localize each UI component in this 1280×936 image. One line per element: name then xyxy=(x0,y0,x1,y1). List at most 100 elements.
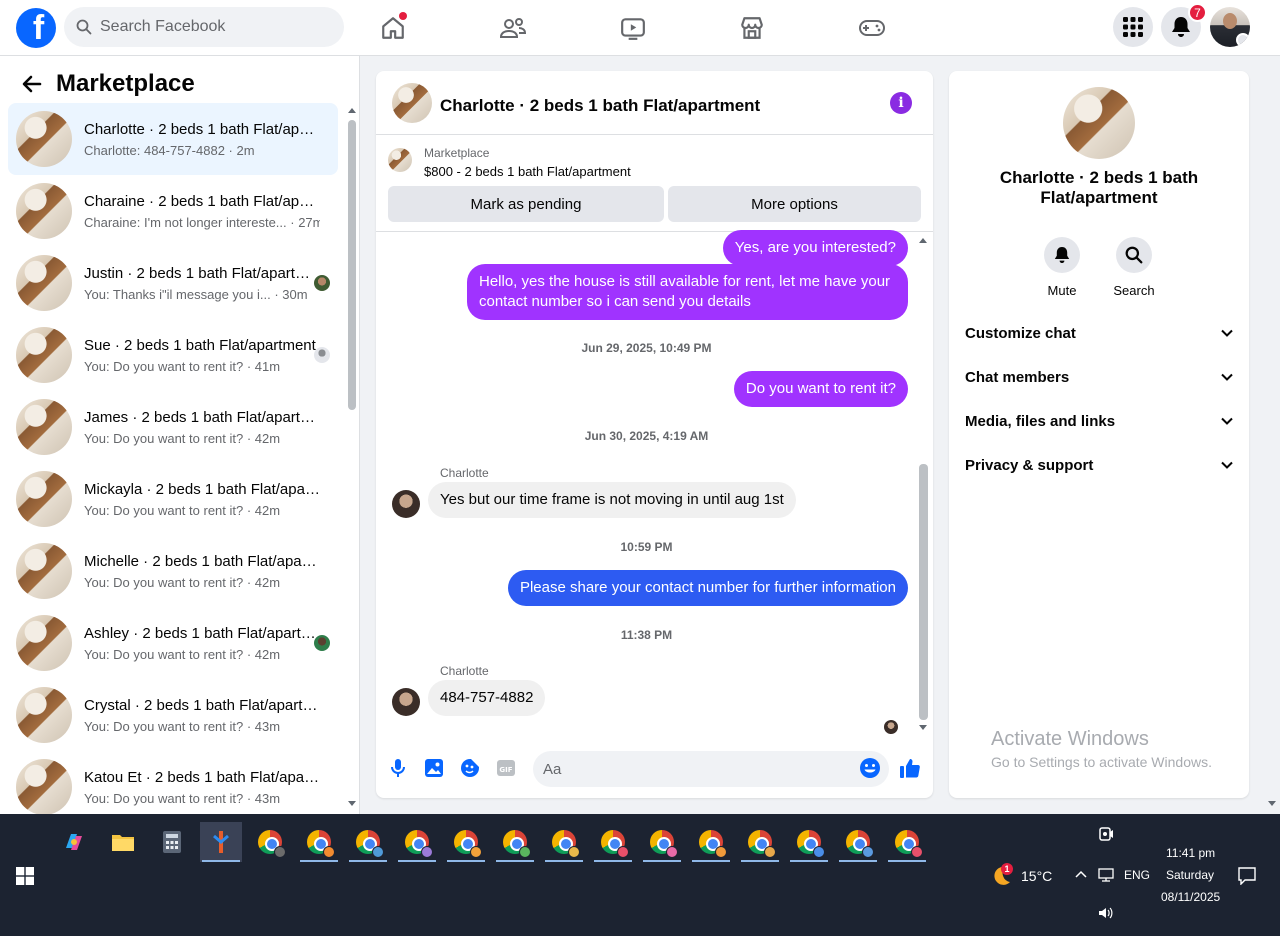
clock-date[interactable]: 08/11/2025 xyxy=(1161,890,1220,904)
back-arrow-icon[interactable] xyxy=(20,72,44,96)
listing-thumbnail xyxy=(16,255,72,311)
section-label: Privacy & support xyxy=(965,456,1094,474)
chat-scrollbar[interactable] xyxy=(919,464,928,720)
media-files-links-section[interactable]: Media, files and links xyxy=(965,409,1233,433)
privacy-support-section[interactable]: Privacy & support xyxy=(965,453,1233,477)
section-label: Chat members xyxy=(965,368,1070,386)
conversation-item[interactable]: Katou Et · 2 beds 1 bath Flat/apartment Y… xyxy=(8,751,338,823)
gif-button[interactable]: GIF xyxy=(495,757,517,779)
chrome-taskbar-button[interactable] xyxy=(396,822,438,862)
attach-photo-button[interactable] xyxy=(423,757,445,779)
gaming-nav-button[interactable] xyxy=(854,10,890,46)
outgoing-message[interactable]: Please share your contact number for fur… xyxy=(507,570,908,606)
mute-button[interactable]: Mute xyxy=(1032,237,1092,298)
conversation-item[interactable]: James · 2 beds 1 bath Flat/apartment You:… xyxy=(8,391,338,463)
chrome-taskbar-button[interactable] xyxy=(788,822,830,862)
file-explorer-taskbar-button[interactable] xyxy=(102,822,144,862)
chrome-taskbar-button[interactable] xyxy=(494,822,536,862)
outgoing-message[interactable]: Hello, yes the house is still available … xyxy=(467,264,908,320)
top-navigation-bar: f 7 xyxy=(0,0,1280,56)
incoming-message[interactable]: 484-757-4882 xyxy=(428,680,546,716)
listing-thumbnail[interactable] xyxy=(392,83,432,123)
menu-button[interactable] xyxy=(1113,7,1153,47)
chat-scroll-up-arrow[interactable] xyxy=(919,238,927,243)
calculator-taskbar-button[interactable] xyxy=(151,822,193,862)
facebook-logo[interactable]: f xyxy=(16,8,56,48)
chrome-taskbar-button[interactable] xyxy=(347,822,389,862)
chevron-up-icon[interactable] xyxy=(1075,870,1087,878)
chrome-taskbar-button[interactable] xyxy=(641,822,683,862)
search-box[interactable] xyxy=(64,7,344,47)
friends-nav-button[interactable] xyxy=(495,10,531,46)
chrome-taskbar-button[interactable] xyxy=(690,822,732,862)
conversation-item[interactable]: Charlotte · 2 beds 1 bath Flat/apartment… xyxy=(8,103,338,175)
chrome-taskbar-button[interactable] xyxy=(249,822,291,862)
conversation-preview: You: Do you want to rent it? · 42m xyxy=(84,646,281,662)
outgoing-message[interactable]: Do you want to rent it? xyxy=(733,371,908,407)
listing-photo[interactable] xyxy=(1063,87,1135,159)
chevron-down-icon xyxy=(1221,461,1233,469)
search-icon xyxy=(76,19,92,35)
windows-start-icon[interactable] xyxy=(16,867,34,885)
page-scroll-down-arrow[interactable] xyxy=(1268,801,1276,806)
input-language[interactable]: ENG xyxy=(1124,868,1150,882)
chrome-taskbar-button[interactable] xyxy=(837,822,879,862)
home-nav-button[interactable] xyxy=(375,10,411,46)
conversation-item[interactable]: Sue · 2 beds 1 bath Flat/apartment You: D… xyxy=(8,319,338,391)
conversation-item[interactable]: Justin · 2 beds 1 bath Flat/apartment You… xyxy=(8,247,338,319)
notification-center-icon[interactable] xyxy=(1238,867,1256,885)
copilot-taskbar-button[interactable] xyxy=(53,822,95,862)
friends-icon xyxy=(499,18,527,38)
mark-as-pending-button[interactable]: Mark as pending xyxy=(388,186,664,222)
search-icon xyxy=(1125,246,1143,264)
clock-time[interactable]: 11:41 pm xyxy=(1166,846,1215,860)
info-icon[interactable]: i xyxy=(890,92,912,114)
emoji-button[interactable] xyxy=(859,757,881,779)
chat-details-panel: Charlotte · 2 beds 1 bath Flat/apartment… xyxy=(949,71,1249,798)
recording-tool-taskbar-button[interactable] xyxy=(200,822,242,862)
chrome-taskbar-button[interactable] xyxy=(445,822,487,862)
sidebar-scrollbar[interactable] xyxy=(348,120,356,410)
search-conversation-button[interactable]: Search xyxy=(1104,237,1164,298)
sender-avatar[interactable] xyxy=(392,490,420,518)
voice-clip-button[interactable] xyxy=(387,757,409,779)
send-like-button[interactable] xyxy=(899,757,921,779)
chat-members-section[interactable]: Chat members xyxy=(965,365,1233,389)
notifications-button[interactable]: 7 xyxy=(1161,3,1207,47)
chrome-taskbar-button[interactable] xyxy=(592,822,634,862)
conversation-preview: You: Do you want to rent it? · 42m xyxy=(84,430,281,446)
chrome-taskbar-button[interactable] xyxy=(739,822,781,862)
chrome-taskbar-button[interactable] xyxy=(886,822,928,862)
listing-price[interactable]: $800 - 2 beds 1 bath Flat/apartment xyxy=(424,164,631,179)
search-input[interactable] xyxy=(100,18,320,36)
sidebar-scroll-up-arrow[interactable] xyxy=(348,108,356,113)
volume-icon[interactable] xyxy=(1098,906,1114,920)
weather-alert-badge: 1 xyxy=(1001,863,1013,875)
profile-avatar-button[interactable] xyxy=(1210,7,1250,47)
conversation-preview: You: Do you want to rent it? · 43m xyxy=(84,790,281,806)
marketplace-nav-button[interactable] xyxy=(734,10,770,46)
chat-title[interactable]: Charlotte · 2 beds 1 bath Flat/apartment xyxy=(440,96,760,116)
incoming-message[interactable]: Yes but our time frame is not moving in … xyxy=(428,482,796,518)
conversation-item[interactable]: Ashley · 2 beds 1 bath Flat/apartment You… xyxy=(8,607,338,679)
chrome-taskbar-button[interactable] xyxy=(543,822,585,862)
more-options-button[interactable]: More options xyxy=(668,186,921,222)
chrome-taskbar-button[interactable] xyxy=(298,822,340,862)
conversation-item[interactable]: Charaine · 2 beds 1 bath Flat/apartment C… xyxy=(8,175,338,247)
conversation-item[interactable]: Michelle · 2 beds 1 bath Flat/apartment Y… xyxy=(8,535,338,607)
clock-day[interactable]: Saturday xyxy=(1166,868,1214,882)
listing-thumbnail[interactable] xyxy=(388,148,412,172)
sender-avatar[interactable] xyxy=(392,688,420,716)
customize-chat-section[interactable]: Customize chat xyxy=(965,321,1233,345)
video-nav-button[interactable] xyxy=(615,10,651,46)
sidebar-scroll-down-arrow[interactable] xyxy=(348,801,356,806)
sticker-button[interactable] xyxy=(459,757,481,779)
message-input[interactable] xyxy=(533,751,889,787)
chat-scroll-down-arrow[interactable] xyxy=(919,725,927,730)
outgoing-message[interactable]: Yes, are you interested? xyxy=(722,230,908,266)
conversation-item[interactable]: Crystal · 2 beds 1 bath Flat/apartment Yo… xyxy=(8,679,338,751)
temperature[interactable]: 15°C xyxy=(1021,868,1052,884)
network-icon[interactable] xyxy=(1098,868,1114,882)
meet-now-icon[interactable] xyxy=(1098,826,1114,842)
conversation-item[interactable]: Mickayla · 2 beds 1 bath Flat/apartment Y… xyxy=(8,463,338,535)
